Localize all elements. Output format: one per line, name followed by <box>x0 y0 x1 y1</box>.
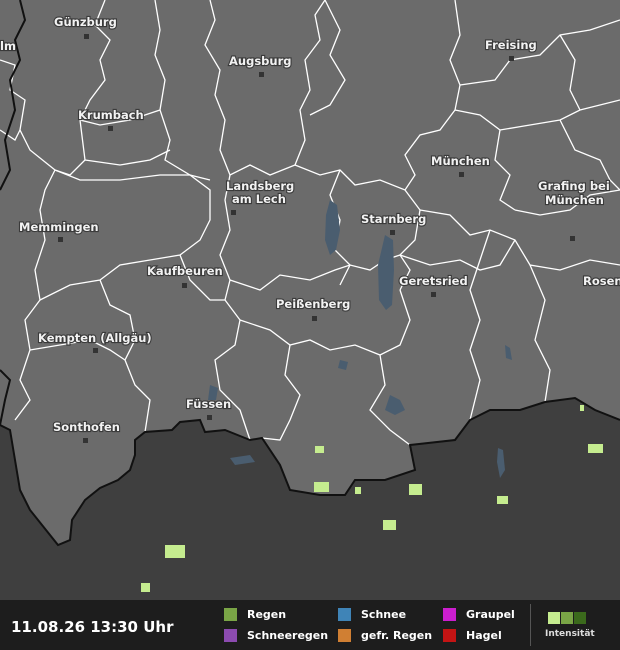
intensity-swatch-high <box>574 612 586 624</box>
legend-label-graupel: Graupel <box>466 607 515 621</box>
city-label-guenzburg: Günzburg <box>54 15 117 29</box>
city-label-ulm: lm <box>0 39 16 53</box>
city-label-starnberg: Starnberg <box>361 212 426 226</box>
precip-cell <box>409 484 422 495</box>
precip-cell <box>588 444 603 453</box>
precip-cell <box>315 446 324 453</box>
precip-cell <box>580 405 584 411</box>
city-label-krumbach: Krumbach <box>78 108 144 122</box>
legend-label-schnee: Schnee <box>361 607 407 621</box>
legend-item-hagel: Hagel <box>443 627 502 643</box>
city-label-memmingen: Memmingen <box>19 220 99 234</box>
precip-cell <box>165 545 185 558</box>
legend-item-graupel: Graupel <box>443 606 515 622</box>
city-label-rosenheim: Rosen <box>583 274 620 288</box>
legend-divider <box>530 604 531 646</box>
map-canvas: Günzburg Augsburg Freising Krumbach Münc… <box>0 0 620 600</box>
city-label-kaufbeuren: Kaufbeuren <box>147 264 223 278</box>
timestamp-label: 11.08.26 13:30 Uhr <box>11 618 174 636</box>
legend-item-regen: Regen <box>224 606 286 622</box>
intensity-swatch-mid <box>561 612 573 624</box>
hagel-swatch <box>443 628 456 642</box>
precip-cell <box>383 520 396 530</box>
legend-label-hagel: Hagel <box>466 628 502 642</box>
legend-item-gefr-regen: gefr. Regen <box>338 627 432 643</box>
precip-cell <box>355 487 361 494</box>
regen-swatch <box>224 607 237 621</box>
city-label-sonthofen: Sonthofen <box>53 420 120 434</box>
city-label-augsburg: Augsburg <box>229 54 292 68</box>
intensity-scale <box>548 612 587 624</box>
city-label-fuessen: Füssen <box>186 397 231 411</box>
city-label-geretsried: Geretsried <box>399 274 468 288</box>
legend-footer: 11.08.26 13:30 Uhr Regen Schneeregen Sch… <box>0 600 620 650</box>
precip-cell <box>314 482 329 492</box>
legend-item-schneeregen: Schneeregen <box>224 627 328 643</box>
city-label-muenchen: München <box>431 154 490 168</box>
legend-label-schneeregen: Schneeregen <box>247 628 329 642</box>
city-label-kempten: Kempten (Allgäu) <box>38 331 152 345</box>
intensity-swatch-low <box>548 612 560 624</box>
precip-cell <box>497 496 508 504</box>
city-label-grafing: Grafing bei München <box>538 179 614 207</box>
graupel-swatch <box>443 607 456 621</box>
schnee-swatch <box>338 607 351 621</box>
precip-cell <box>141 583 150 592</box>
intensity-label: Intensität <box>545 629 595 639</box>
legend-label-regen: Regen <box>247 607 287 621</box>
legend-label-gefr-regen: gefr. Regen <box>361 628 433 642</box>
legend-item-schnee: Schnee <box>338 606 406 622</box>
gefr-regen-swatch <box>338 628 351 642</box>
city-label-peissenberg: Peißenberg <box>276 297 350 311</box>
schneeregen-swatch <box>224 628 237 642</box>
city-label-freising: Freising <box>485 38 537 52</box>
weather-radar-map[interactable]: Günzburg Augsburg Freising Krumbach Münc… <box>0 0 620 600</box>
